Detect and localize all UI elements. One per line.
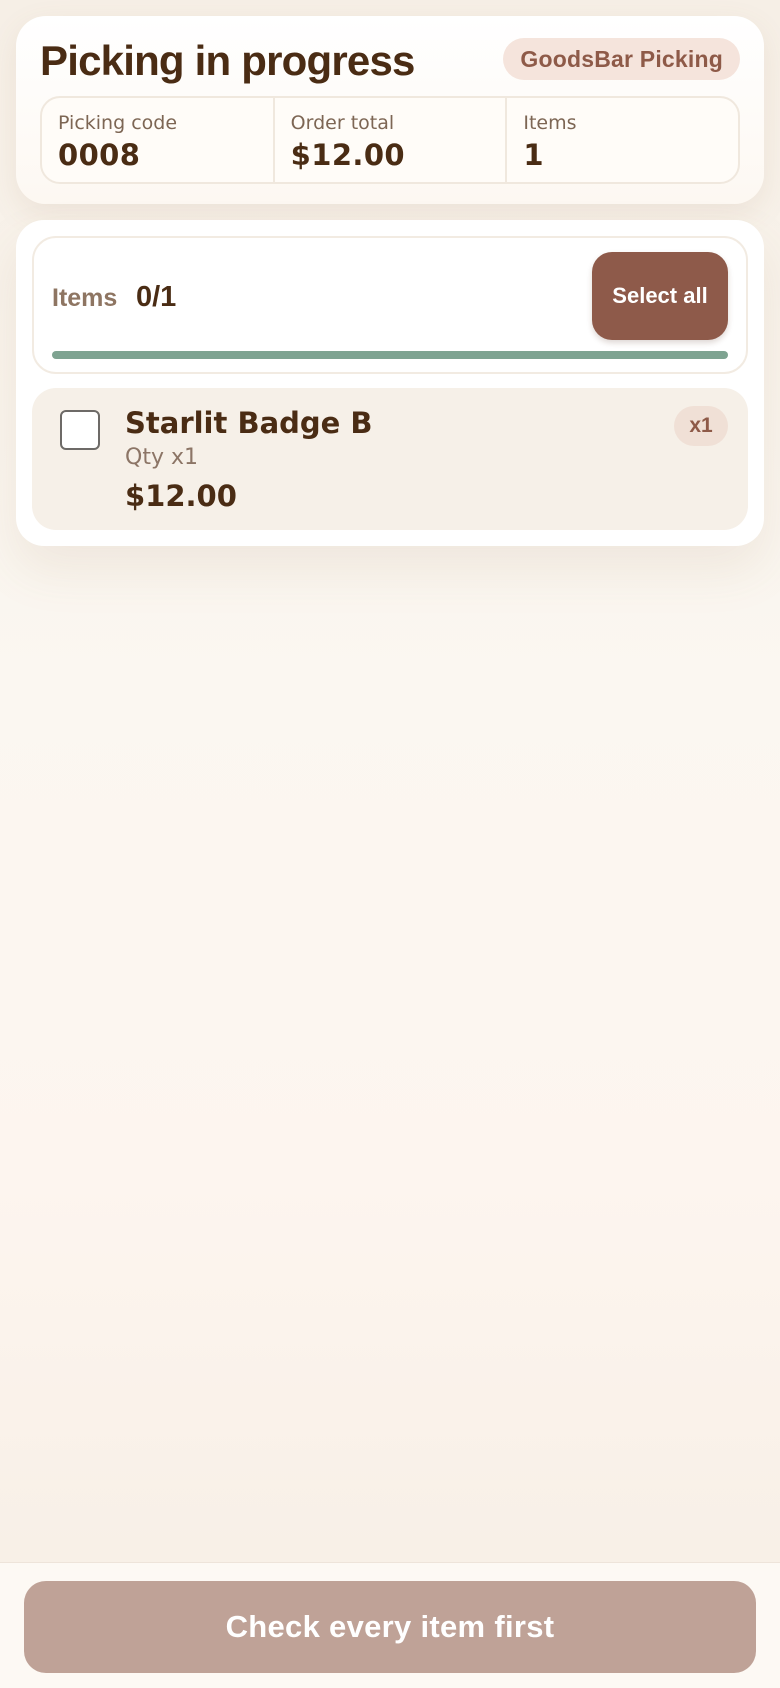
item-checkbox[interactable] — [60, 410, 100, 450]
stat-label: Picking code — [58, 112, 178, 134]
stat-value: 0008 — [58, 138, 141, 172]
stat-value: $12.00 — [290, 138, 405, 172]
item-price: $12.00 — [125, 479, 237, 513]
order-header-card: Picking in progress GoodsBar Picking Pic… — [16, 16, 764, 204]
stat-picking-code: Picking code 0008 — [42, 98, 275, 182]
items-progress-label: Items — [52, 284, 118, 312]
items-card: Items 0/1 Select all Starlit Badge B Qty… — [16, 220, 764, 546]
stat-value: 1 — [523, 138, 544, 172]
bottom-action-bar: Check every item first — [0, 1562, 780, 1688]
order-stats: Picking code 0008 Order total $12.00 Ite… — [40, 96, 740, 184]
select-all-button[interactable]: Select all — [592, 252, 728, 340]
picking-progress-panel: Items 0/1 Select all — [32, 236, 748, 374]
complete-picking-button[interactable]: Check every item first — [24, 1581, 756, 1673]
stat-items: Items 1 — [507, 98, 738, 182]
item-quantity: Qty x1 — [125, 445, 198, 470]
page-title: Picking in progress — [40, 37, 415, 84]
quantity-badge: x1 — [674, 406, 728, 446]
stat-label: Order total — [290, 112, 395, 134]
list-item[interactable]: Starlit Badge B Qty x1 $12.00 x1 — [32, 388, 748, 530]
stat-label: Items — [523, 112, 577, 134]
item-name: Starlit Badge B — [125, 406, 373, 440]
stat-order-total: Order total $12.00 — [275, 98, 508, 182]
brand-badge: GoodsBar Picking — [503, 38, 740, 80]
picking-progress-bar — [52, 351, 728, 359]
items-progress-count: 0/1 — [136, 281, 177, 313]
